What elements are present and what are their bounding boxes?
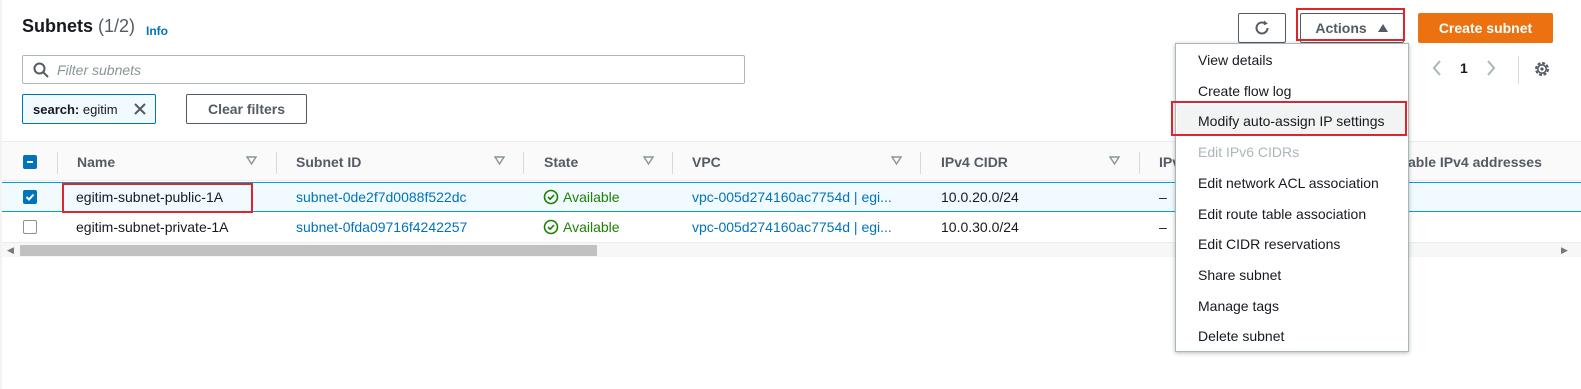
filter-token-value: egitim: [82, 101, 118, 117]
scroll-right-icon[interactable]: ▶: [1561, 245, 1568, 256]
previous-page-icon[interactable]: [1432, 60, 1442, 76]
annotation-box-modify-ip: [1171, 101, 1407, 136]
pagination: 1: [1432, 60, 1496, 76]
sort-icon[interactable]: [494, 156, 505, 166]
column-header-state[interactable]: State: [544, 142, 578, 182]
vpc-link[interactable]: vpc-005d274160ac7754d | egi...: [692, 183, 892, 211]
vpc-link[interactable]: vpc-005d274160ac7754d | egi...: [692, 213, 892, 241]
ipv4-cidr: 10.0.20.0/24: [941, 189, 1019, 205]
menu-item-share-subnet[interactable]: Share subnet: [1177, 259, 1407, 290]
column-header-name[interactable]: Name: [77, 142, 115, 182]
filter-token-key: search:: [33, 101, 80, 117]
pager-divider: [1518, 56, 1519, 84]
column-divider: [672, 152, 673, 174]
check-circle-icon: [543, 189, 559, 205]
scrollbar-thumb[interactable]: [20, 245, 597, 256]
menu-item-view-details[interactable]: View details: [1177, 44, 1407, 75]
checkbox-checked-icon: [23, 190, 37, 204]
gear-icon[interactable]: [1533, 60, 1551, 78]
row-checkbox[interactable]: [23, 213, 37, 241]
column-header-ipv4-cidr[interactable]: IPv4 CIDR: [941, 142, 1008, 182]
clear-filters-button[interactable]: Clear filters: [186, 94, 307, 124]
refresh-button[interactable]: [1238, 13, 1286, 43]
checkbox-unchecked-icon: [23, 220, 37, 234]
menu-item-edit-route-table[interactable]: Edit route table association: [1177, 198, 1407, 229]
subnet-id-link[interactable]: subnet-0de2f7d0088f522dc: [296, 183, 466, 211]
column-header-vpc[interactable]: VPC: [692, 142, 721, 182]
column-header-subnet-id[interactable]: Subnet ID: [296, 142, 361, 182]
search-input[interactable]: Filter subnets: [22, 55, 745, 84]
selection-count: (1/2): [98, 16, 136, 36]
menu-item-manage-tags[interactable]: Manage tags: [1177, 290, 1407, 321]
column-divider: [523, 152, 524, 174]
menu-item-edit-ipv6-cidrs: Edit IPv6 CIDRs: [1198, 143, 1300, 160]
info-link[interactable]: Info: [146, 24, 168, 38]
state-cell: Available: [543, 183, 620, 211]
refresh-icon: [1255, 20, 1269, 35]
page-title: Subnets (1/2): [22, 16, 135, 37]
check-circle-icon: [543, 219, 559, 235]
filter-token: search: egitim: [22, 94, 156, 124]
checkbox-indeterminate-icon: [23, 155, 37, 169]
column-divider: [1139, 152, 1140, 174]
actions-menu: View details Create flow log Modify auto…: [1175, 43, 1409, 352]
search-icon: [33, 62, 49, 78]
subnet-id-link[interactable]: subnet-0fda09716f4242257: [296, 213, 467, 241]
ipv6-cidr: –: [1159, 219, 1167, 235]
subnet-name: egitim-subnet-private-1A: [76, 219, 229, 235]
menu-item-delete-subnet[interactable]: Delete subnet: [1177, 320, 1407, 351]
sort-icon[interactable]: [246, 156, 257, 166]
menu-item-edit-network-acl[interactable]: Edit network ACL association: [1177, 167, 1407, 198]
column-divider: [57, 152, 58, 174]
scroll-left-icon[interactable]: ◀: [7, 245, 14, 256]
next-page-icon[interactable]: [1486, 60, 1496, 76]
page-number[interactable]: 1: [1460, 60, 1468, 76]
close-icon[interactable]: [133, 102, 147, 116]
sort-icon[interactable]: [643, 156, 654, 166]
page-title-text: Subnets: [22, 16, 94, 36]
ipv6-cidr: –: [1159, 189, 1167, 205]
state-text: Available: [563, 219, 620, 235]
state-text: Available: [563, 189, 620, 205]
annotation-box-subnet-name: [62, 183, 253, 213]
create-subnet-button[interactable]: Create subnet: [1418, 13, 1553, 43]
row-checkbox[interactable]: [23, 183, 37, 211]
menu-item-edit-cidr-reservations[interactable]: Edit CIDR reservations: [1177, 228, 1407, 259]
column-divider: [276, 152, 277, 174]
search-placeholder: Filter subnets: [57, 61, 142, 78]
sort-icon[interactable]: [1109, 156, 1120, 166]
ipv4-cidr: 10.0.30.0/24: [941, 219, 1019, 235]
annotation-box-actions: [1296, 8, 1405, 41]
sort-icon[interactable]: [891, 156, 902, 166]
select-all-checkbox[interactable]: [23, 142, 37, 182]
column-header-available-ipv4[interactable]: able IPv4 addresses: [1408, 142, 1542, 182]
state-cell: Available: [543, 213, 620, 241]
column-divider: [920, 152, 921, 174]
